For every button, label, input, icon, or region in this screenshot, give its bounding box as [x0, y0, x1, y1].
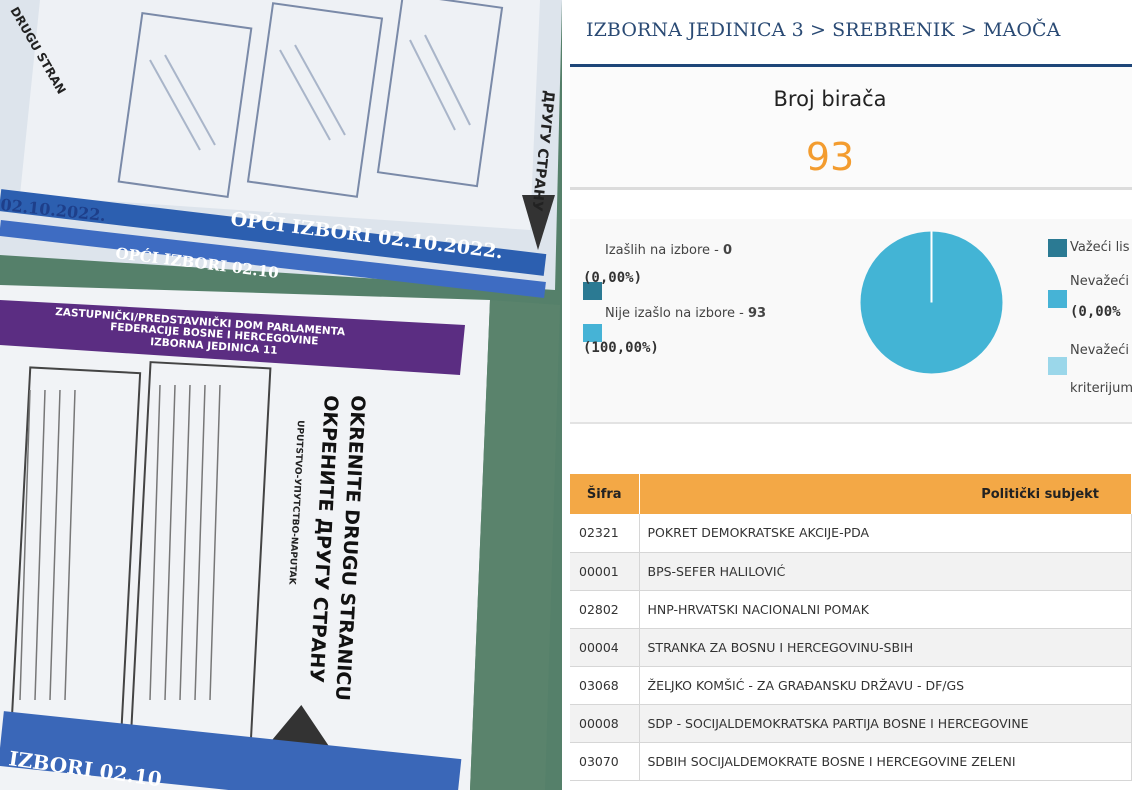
- ballots-photo: 02.10.2022. OPĆI IZBORI 02.10.2022. OPĆI…: [0, 0, 562, 790]
- party-code: 03070: [570, 742, 640, 781]
- table-body: 02321 POKRET DEMOKRATSKE AKCIJE-PDA 00001 B…: [570, 514, 1132, 781]
- results-panel: IZBORNA JEDINICA 3 > SREBRENIK > MAOČA B…: [570, 0, 1132, 790]
- party-name[interactable]: POKRET DEMOKRATSKE AKCIJE-PDA: [639, 514, 1132, 553]
- party-name[interactable]: STRANKA ZA BOSNU I HERCEGOVINU-SBIH: [639, 628, 1132, 667]
- party-code: 00001: [570, 552, 640, 591]
- results-table: Šifra Politički subjekt 02321 POKRET DEMO…: [570, 474, 1132, 781]
- party-code: 02321: [570, 514, 640, 553]
- party-name[interactable]: HNP-HRVATSKI NACIONALNI POMAK: [639, 590, 1132, 629]
- party-name[interactable]: ŽELJKO KOMŠIĆ - ZA GRAĐANSKU DRŽAVU - DF…: [639, 666, 1132, 705]
- legend-no-turnout: Nije izašlo na izbore - 93: [605, 306, 766, 321]
- party-name[interactable]: BPS-SEFER HALILOVIĆ: [639, 552, 1132, 591]
- legend-turnout: Izašlih na izbore - 0: [605, 243, 732, 258]
- legend-invalid-criteria-label-2: kriterijum: [1070, 381, 1132, 396]
- party-code: 03068: [570, 666, 640, 705]
- party-name[interactable]: SDP - SOCIJALDEMOKRATSKA PARTIJA BOSNE I…: [639, 704, 1132, 743]
- table-row[interactable]: 03068 ŽELJKO KOMŠIĆ - ZA GRAĐANSKU DRŽAVU…: [570, 666, 1132, 705]
- table-header-row: Šifra Politički subjekt: [570, 474, 1132, 514]
- table-row[interactable]: 02321 POKRET DEMOKRATSKE AKCIJE-PDA: [570, 514, 1132, 553]
- legend-turnout-pct: (0,00%): [583, 270, 643, 286]
- legend-turnout-label: Izašlih na izbore -: [605, 243, 723, 258]
- voters-count: 93: [805, 135, 855, 179]
- legend-invalid-pct: (0,00%: [1070, 304, 1121, 320]
- legend-turnout-value: 0: [722, 243, 733, 258]
- legend-swatch-invalid: [1048, 290, 1067, 308]
- table-row[interactable]: 00004 STRANKA ZA BOSNU I HERCEGOVINU-SBIH: [570, 628, 1132, 667]
- legend-no-turnout-value: 93: [747, 306, 767, 321]
- legend-invalid-label: Nevažeći: [1070, 274, 1129, 289]
- voters-title: Broj birača: [773, 87, 887, 111]
- legend-swatch-valid: [1048, 239, 1067, 257]
- legend-no-turnout-pct: (100,00%): [583, 340, 659, 356]
- party-code: 00008: [570, 704, 640, 743]
- party-code: 02802: [570, 590, 640, 629]
- legend-no-turnout-label: Nije izašlo na izbore -: [605, 306, 748, 321]
- table-row[interactable]: 00008 SDP - SOCIJALDEMOKRATSKA PARTIJA BO…: [570, 704, 1132, 743]
- table-row[interactable]: 00001 BPS-SEFER HALILOVIĆ: [570, 552, 1132, 591]
- breadcrumb[interactable]: IZBORNA JEDINICA 3 > SREBRENIK > MAOČA: [586, 19, 1061, 41]
- voters-card: Broj birača 93: [570, 67, 1132, 190]
- ballots-illustration: 02.10.2022. OPĆI IZBORI 02.10.2022. OPĆI…: [0, 0, 562, 790]
- turnout-pie-chart: [860, 231, 1003, 374]
- column-header-party[interactable]: Politički subjekt: [639, 474, 1132, 514]
- table-row[interactable]: 02802 HNP-HRVATSKI NACIONALNI POMAK: [570, 590, 1132, 629]
- table-row[interactable]: 03070 SDBIH SOCIJALDEMOKRATE BOSNE I HERC…: [570, 742, 1132, 781]
- party-code: 00004: [570, 628, 640, 667]
- legend-swatch-invalid-criteria: [1048, 357, 1067, 375]
- column-header-code[interactable]: Šifra: [570, 474, 640, 514]
- legend-valid-label: Važeći lis: [1070, 240, 1130, 255]
- legend-invalid-criteria-label: Nevažeći: [1070, 343, 1129, 358]
- party-name[interactable]: SDBIH SOCIJALDEMOKRATE BOSNE I HERCEGOVI…: [639, 742, 1132, 781]
